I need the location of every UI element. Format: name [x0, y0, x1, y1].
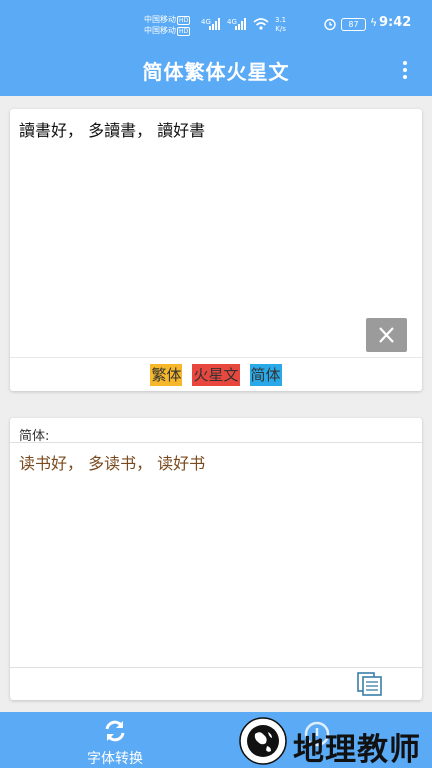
mars-button[interactable]: 火星文 — [192, 364, 240, 386]
network-speed: 3.1 K/s — [275, 16, 287, 33]
globe-emblem-icon — [239, 717, 287, 765]
app-title: 简体繁体火星文 — [142, 60, 290, 84]
copy-icon — [357, 672, 382, 696]
status-time: 9:42 — [379, 15, 412, 30]
nav-font-convert[interactable]: 字体转换 — [60, 716, 170, 767]
charging-icon: ϟ — [370, 16, 378, 29]
output-card: 简体: 读书好， 多读书， 读好书 — [10, 418, 422, 700]
input-textarea[interactable]: 讀書好， 多讀書， 讀好書 — [19, 117, 411, 141]
clear-button[interactable] — [366, 318, 407, 352]
input-card: 讀書好， 多讀書， 讀好書 繁体 火星文 简体 — [10, 109, 422, 391]
swap-icon — [105, 720, 125, 742]
nav-font-convert-label: 字体转换 — [87, 751, 143, 767]
signal-icon-2 — [235, 18, 246, 30]
status-bar: 中国移动 HD 中国移动 HD 4G 4G 3.1 K/s 87 ϟ 9:42 — [0, 0, 432, 44]
alarm-clock-icon — [324, 18, 336, 31]
simplified-button[interactable]: 简体 — [249, 364, 282, 386]
app-bar: 简体繁体火星文 — [0, 44, 432, 96]
divider — [10, 357, 422, 358]
carrier-info: 中国移动 HD 中国移动 HD — [144, 14, 191, 36]
traditional-button[interactable]: 繁体 — [150, 364, 183, 386]
wifi-icon — [253, 18, 269, 30]
output-text: 读书好， 多读书， 读好书 — [19, 454, 206, 473]
convert-button-row: 繁体 火星文 简体 — [10, 364, 422, 388]
watermark-text: 地理教师 — [293, 732, 421, 768]
close-icon — [379, 327, 394, 343]
battery-indicator: 87 — [341, 18, 366, 31]
carrier-1: 中国移动 — [144, 15, 176, 24]
carrier-2: 中国移动 — [144, 26, 176, 35]
signal-icon-1 — [209, 18, 220, 30]
more-options-button[interactable] — [394, 58, 416, 82]
hd-badge-1: HD — [177, 16, 191, 25]
more-vert-icon — [403, 61, 407, 65]
copy-button[interactable] — [356, 671, 384, 697]
hd-badge-2: HD — [177, 27, 191, 36]
divider — [10, 442, 422, 443]
divider — [10, 667, 422, 668]
